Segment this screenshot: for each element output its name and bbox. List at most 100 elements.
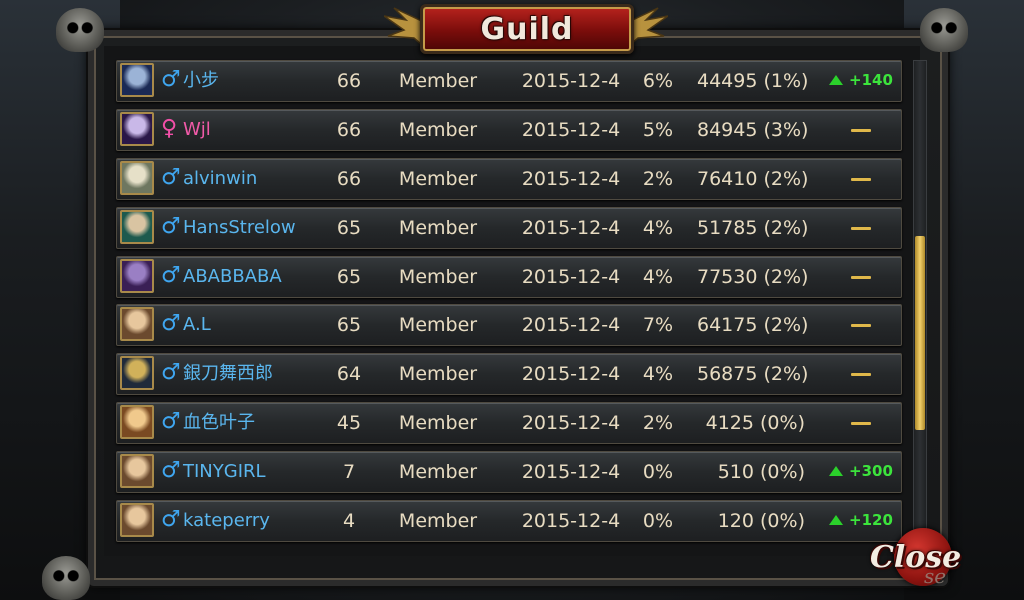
member-name: 小步 (183, 70, 219, 91)
member-trend (825, 118, 895, 142)
close-button[interactable]: se Close (868, 526, 980, 590)
member-rank: Member (398, 265, 478, 288)
member-trend (825, 313, 895, 337)
member-percent: 4% (642, 265, 674, 288)
member-contribution: 64175 (2%) (697, 314, 809, 337)
member-level: 45 (336, 412, 362, 435)
member-level: 66 (336, 118, 362, 141)
member-name: 銀刀舞西郎 (183, 363, 273, 385)
member-name: ABABBABA (183, 265, 282, 287)
avatar[interactable] (120, 63, 154, 97)
member-name: TINYGIRL (183, 461, 266, 483)
male-icon: ♂ (161, 360, 181, 386)
member-row[interactable]: ♂ kateperry 4 Member 2015-12-4 0% 120 (0%) +120 (116, 500, 902, 543)
member-row[interactable]: ♂ alvinwin 66 Member 2015-12-4 2% 76410 (2%) (116, 157, 902, 200)
member-rank: Member (398, 118, 478, 141)
member-rank: Member (398, 461, 478, 484)
skull-ornament-top-left (56, 8, 104, 52)
member-row[interactable]: ♂ ABABBABA 65 Member 2015-12-4 4% 77530 (2%) (116, 255, 902, 298)
member-contribution: 51785 (2%) (697, 216, 809, 239)
male-icon: ♂ (161, 262, 181, 288)
male-icon: ♂ (161, 458, 181, 484)
member-trend (825, 167, 895, 191)
close-button-label: Close (870, 540, 962, 575)
member-level: 65 (336, 216, 362, 239)
member-rank: Member (398, 363, 478, 386)
trend-delta: +140 (849, 71, 893, 89)
trend-delta: +300 (849, 462, 893, 481)
avatar[interactable] (120, 307, 154, 342)
member-level: 66 (336, 70, 362, 92)
member-contribution: 120 (0%) (717, 510, 805, 533)
avatar[interactable] (120, 258, 154, 293)
member-contribution: 44495 (1%) (697, 70, 809, 92)
male-icon: ♂ (161, 507, 181, 533)
member-level: 66 (336, 167, 362, 190)
avatar[interactable] (120, 160, 154, 195)
member-percent: 4% (642, 216, 674, 239)
member-name: HansStrelow (183, 216, 296, 238)
member-name: kateperry (183, 510, 270, 532)
member-level: 7 (342, 461, 356, 484)
member-list: ♂ 小步 66 Member 2015-12-4 6% 44495 (1%) +140 ♀ Wjl… (116, 60, 902, 549)
avatar[interactable] (120, 503, 154, 538)
no-change-icon (851, 177, 871, 181)
member-percent: 7% (642, 314, 674, 337)
window-title: Guild (480, 11, 574, 47)
member-percent: 6% (642, 70, 674, 92)
member-level: 64 (336, 363, 362, 386)
member-percent: 2% (642, 412, 674, 435)
member-level: 4 (342, 510, 356, 533)
member-name: alvinwin (183, 167, 258, 189)
member-contribution: 4125 (0%) (705, 412, 805, 435)
member-row[interactable]: ♂ A.L 65 Member 2015-12-4 7% 64175 (2%) (116, 304, 902, 347)
member-contribution: 76410 (2%) (697, 167, 809, 190)
member-contribution: 84945 (3%) (697, 118, 809, 141)
scrollbar-thumb[interactable] (915, 236, 925, 430)
member-row[interactable]: ♀ Wjl 66 Member 2015-12-4 5% 84945 (3%) (116, 108, 902, 151)
member-join-date: 2015-12-4 (521, 461, 621, 484)
member-row[interactable]: ♂ TINYGIRL 7 Member 2015-12-4 0% 510 (0%) +300 (116, 451, 902, 494)
member-rank: Member (398, 216, 478, 239)
member-name: 血色叶子 (183, 412, 255, 434)
member-trend: +300 (825, 460, 895, 484)
member-percent: 4% (642, 363, 674, 386)
member-join-date: 2015-12-4 (521, 167, 621, 190)
member-trend (825, 362, 895, 386)
member-join-date: 2015-12-4 (521, 118, 621, 141)
no-change-icon (851, 275, 871, 279)
no-change-icon (851, 324, 871, 328)
member-contribution: 77530 (2%) (697, 265, 809, 288)
arrow-up-icon (829, 75, 843, 85)
member-level: 65 (336, 265, 362, 288)
member-percent: 0% (642, 461, 674, 484)
member-trend: +140 (825, 69, 895, 93)
avatar[interactable] (120, 405, 154, 440)
no-change-icon (851, 373, 871, 377)
member-row[interactable]: ♂ 血色叶子 45 Member 2015-12-4 2% 4125 (0%) (116, 402, 902, 445)
male-icon: ♂ (161, 311, 181, 337)
female-icon: ♀ (161, 115, 178, 141)
arrow-up-icon (829, 515, 843, 526)
member-rank: Member (398, 167, 478, 190)
member-contribution: 56875 (2%) (697, 363, 809, 386)
member-percent: 5% (642, 118, 674, 141)
member-name: A.L (183, 314, 211, 336)
member-rank: Member (398, 314, 478, 337)
member-row[interactable]: ♂ 小步 66 Member 2015-12-4 6% 44495 (1%) +140 (116, 60, 902, 102)
male-icon: ♂ (161, 67, 181, 92)
member-trend (825, 216, 895, 240)
skull-ornament-top-right (920, 8, 968, 52)
avatar[interactable] (120, 209, 154, 244)
avatar[interactable] (120, 111, 154, 146)
scrollbar[interactable] (913, 60, 927, 548)
member-rank: Member (398, 510, 478, 533)
avatar[interactable] (120, 356, 154, 391)
avatar[interactable] (120, 454, 154, 489)
member-row[interactable]: ♂ 銀刀舞西郎 64 Member 2015-12-4 4% 56875 (2%) (116, 353, 902, 396)
member-row[interactable]: ♂ HansStrelow 65 Member 2015-12-4 4% 51785 (2%… (116, 206, 902, 249)
member-join-date: 2015-12-4 (521, 510, 621, 533)
member-join-date: 2015-12-4 (521, 216, 621, 239)
member-rank: Member (398, 70, 478, 92)
member-percent: 0% (642, 510, 674, 533)
